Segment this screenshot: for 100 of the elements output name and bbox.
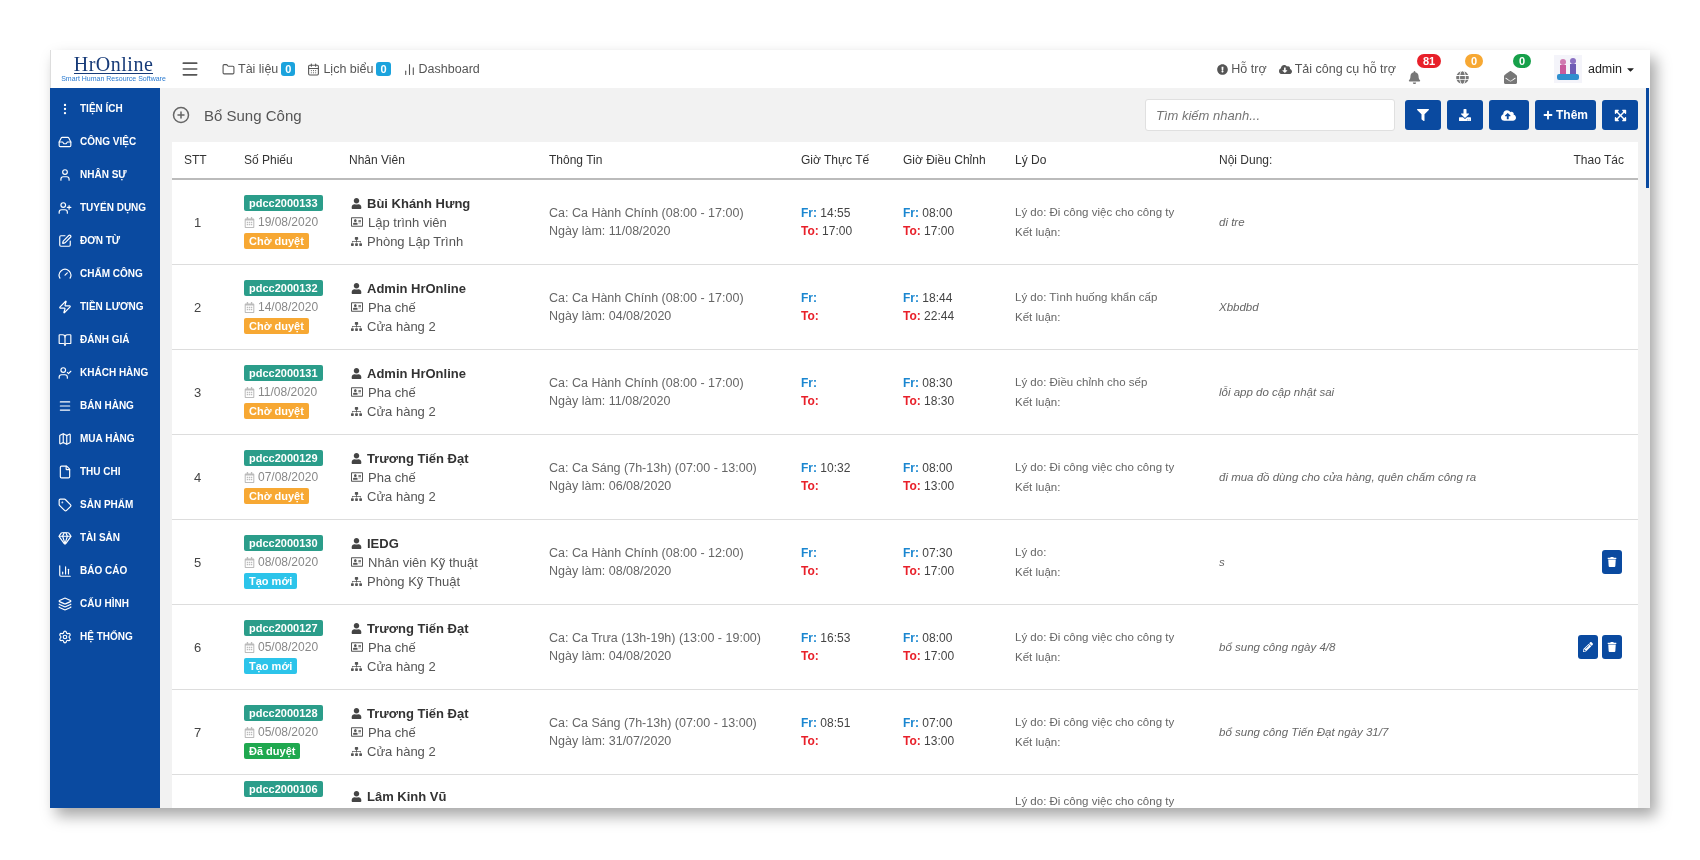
user-icon (351, 622, 362, 634)
employee-position: Pha chế (351, 384, 416, 400)
ticket-date: 11/08/2020 (244, 385, 318, 399)
conclusion-text: Kết luận: (1015, 566, 1061, 578)
employee-position: Lập trình viên (351, 214, 447, 230)
layers-icon (58, 596, 72, 611)
settings-icon (58, 629, 72, 644)
column-header: STT (183, 153, 208, 167)
sidebar-item[interactable]: CẤU HÌNH (50, 587, 160, 620)
org-chart-icon (351, 320, 362, 332)
sidebar-item[interactable]: ĐƠN TỪ (50, 224, 160, 257)
menu-icon[interactable] (180, 59, 200, 79)
work-date: Ngày làm: 11/08/2020 (549, 393, 671, 410)
book-icon (58, 332, 72, 347)
user-icon (351, 791, 362, 802)
plus-icon (1543, 110, 1553, 120)
work-date: Ngày làm: 06/08/2020 (549, 478, 672, 495)
employee-position: Pha chế (351, 639, 416, 655)
sidebar-item[interactable]: TIỀN LƯƠNG (50, 290, 160, 323)
row-number: 6 (193, 639, 203, 655)
download-button[interactable] (1447, 100, 1483, 130)
sidebar-item[interactable]: TÀI SẢN (50, 521, 160, 554)
trash-icon (1607, 557, 1617, 567)
reason-text: Lý do: (1015, 546, 1047, 558)
calendar-icon (244, 641, 255, 653)
user-icon (351, 367, 362, 379)
status-badge: Tạo mới (244, 573, 298, 589)
sidebar-item[interactable]: HỆ THỐNG (50, 620, 160, 653)
column-header: Lý Do (1014, 153, 1048, 167)
diamond-icon (58, 530, 72, 545)
bar-chart-icon (58, 563, 72, 578)
work-date: Ngày làm: 11/08/2020 (549, 223, 671, 240)
time-to: To: (801, 649, 819, 663)
sidebar-item[interactable]: BÁN HÀNG (50, 389, 160, 422)
id-card-icon (351, 726, 363, 738)
employee-department: Cửa hàng 2 (351, 743, 436, 759)
conclusion-text: Kết luận: (1015, 311, 1061, 323)
calendar-icon (244, 216, 255, 228)
sidebar-item[interactable]: NHÂN SỰ (50, 158, 160, 191)
sidebar-item[interactable]: THU CHI (50, 455, 160, 488)
edit-button[interactable] (1578, 635, 1598, 659)
employee-name: IEDG (351, 535, 399, 551)
support-link[interactable]: Hỗ trợ (1211, 62, 1273, 76)
shift-info: Ca: Ca Hành Chính (08:00 - 17:00) (549, 290, 744, 307)
nav-link[interactable]: Lịch biểu 0 (301, 62, 397, 76)
user-icon (351, 452, 362, 464)
support-link[interactable]: Tải công cụ hỗ trợ (1272, 62, 1402, 76)
count-badge: 0 (376, 62, 391, 76)
search-field[interactable]: Tìm kiếm nhanh... (1145, 99, 1395, 131)
org-chart-icon (351, 235, 362, 247)
time-to: To: 13:00 (903, 734, 955, 748)
user-menu[interactable]: admin (1581, 62, 1642, 76)
file-icon (58, 464, 72, 479)
content-text: Xbbdbd (1219, 301, 1259, 313)
gauge-icon (58, 266, 72, 281)
sidebar-item[interactable]: KHÁCH HÀNG (50, 356, 160, 389)
work-date: Ngày làm: 04/08/2020 (549, 648, 672, 665)
calendar-icon (244, 726, 255, 738)
reason-text: Lý do: Đi công việc cho công ty (1015, 716, 1175, 728)
sidebar-item[interactable]: CÔNG VIỆC (50, 125, 160, 158)
calendar-icon (307, 62, 321, 76)
nav-link[interactable]: Tài liệu 0 (216, 62, 302, 76)
filter-button[interactable] (1405, 100, 1441, 130)
reason-text: Lý do: Đi công việc cho công ty (1015, 206, 1175, 218)
sidebar-item[interactable]: ĐÁNH GIÁ (50, 323, 160, 356)
tag-icon (58, 497, 72, 512)
user-plus-icon (58, 200, 72, 215)
time-to: To: 17:00 (903, 649, 955, 663)
delete-button[interactable] (1602, 550, 1622, 574)
pencil-icon (1583, 642, 1593, 652)
bar-chart-icon (402, 62, 416, 76)
add-button[interactable]: Thêm (1535, 100, 1596, 130)
page-title: Bổ Sung Công (204, 106, 302, 124)
cloud-download-icon (1278, 62, 1292, 76)
employee-name: Trương Tiến Đạt (351, 450, 469, 466)
delete-button[interactable] (1602, 635, 1622, 659)
sidebar-item[interactable]: SẢN PHẨM (50, 488, 160, 521)
column-header: Thao Tác (1572, 153, 1625, 167)
shift-info: Ca: Ca Hành Chính (08:00 - 17:00) (549, 375, 744, 392)
notification-button[interactable]: 81 (1407, 54, 1444, 84)
fullscreen-button[interactable] (1602, 100, 1638, 130)
download-icon (1459, 109, 1471, 121)
sidebar-item[interactable]: MUA HÀNG (50, 422, 160, 455)
id-card-icon (351, 386, 363, 398)
row-number: 2 (193, 299, 203, 315)
sidebar-item[interactable]: TIỆN ÍCH (50, 92, 160, 125)
upload-button[interactable] (1489, 100, 1529, 130)
sidebar-item[interactable]: CHẤM CÔNG (50, 257, 160, 290)
user-icon (351, 282, 362, 294)
sidebar-item[interactable]: TUYỂN DỤNG (50, 191, 160, 224)
list-icon (58, 398, 72, 413)
employee-department: Cửa hàng 2 (351, 488, 436, 504)
nav-link[interactable]: Dashboard (396, 62, 486, 76)
scrollbar-thumb[interactable] (1646, 88, 1649, 188)
content-text: bổ sung công Tiến Đạt ngày 31/7 (1219, 726, 1389, 738)
sidebar-item[interactable]: BÁO CÁO (50, 554, 160, 587)
employee-name: Lâm Kinh Vũ (351, 789, 447, 804)
reason-text: Lý do: Đi công việc cho công ty (1015, 631, 1175, 643)
column-header: Giờ Thực Tế (800, 153, 871, 167)
user-check-icon (58, 365, 72, 380)
